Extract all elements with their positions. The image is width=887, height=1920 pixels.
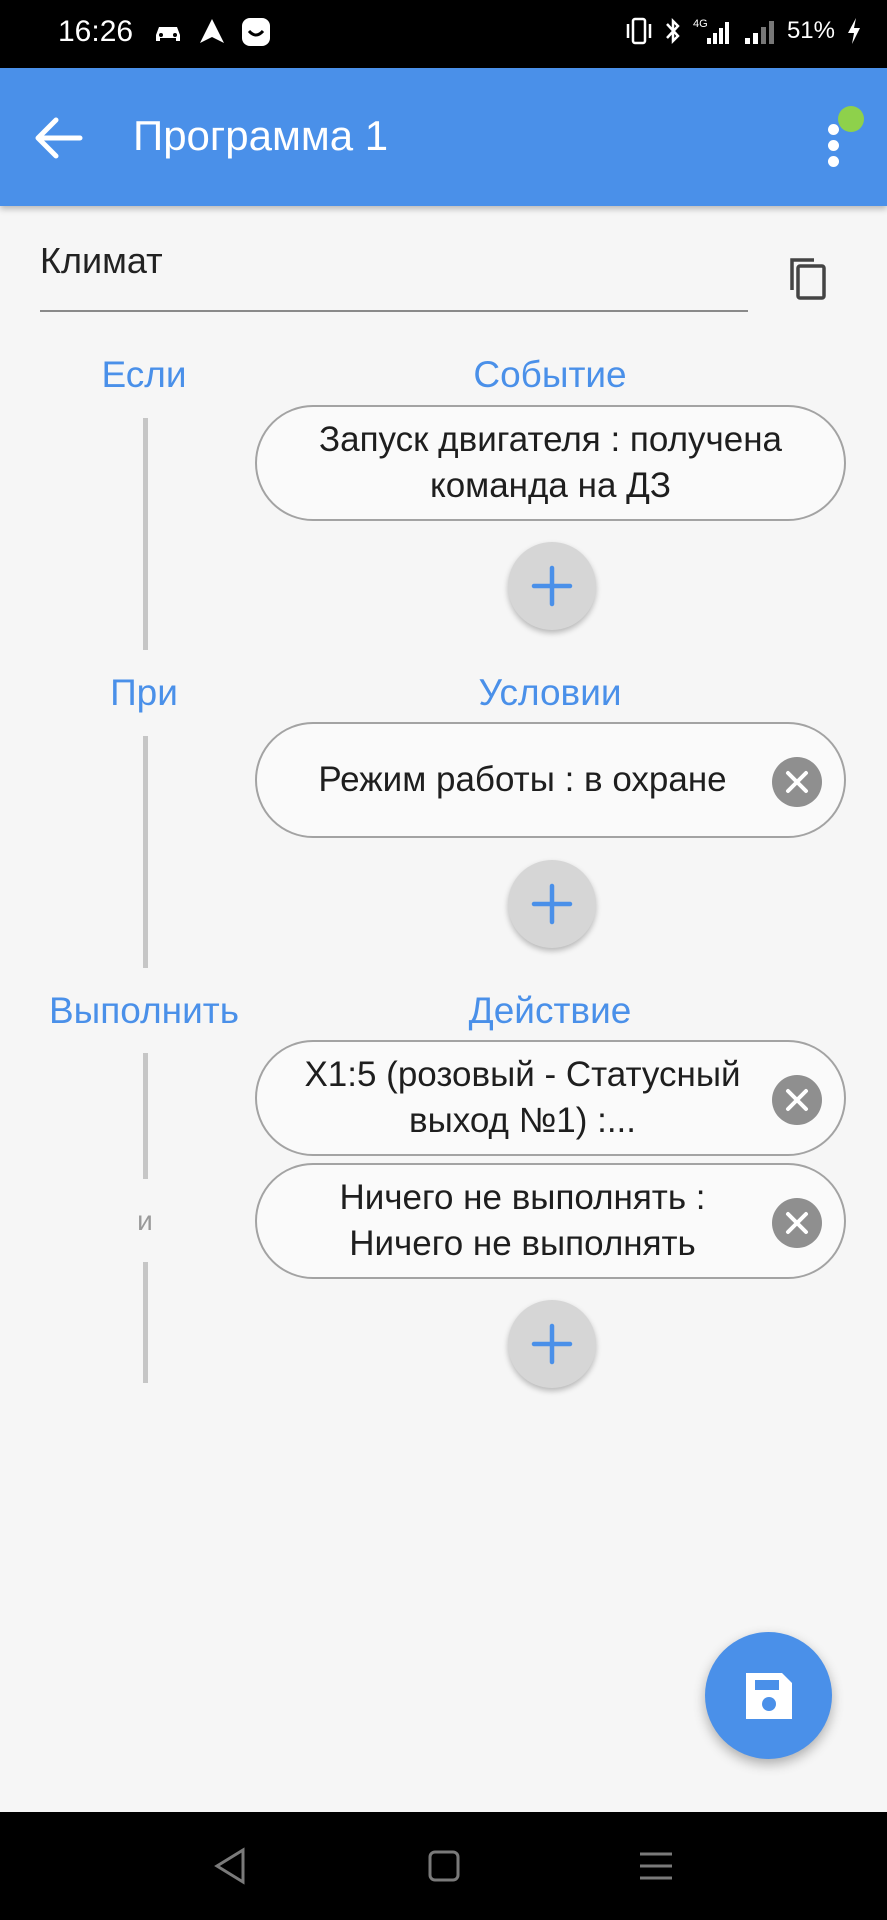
add-action-button[interactable]: [508, 1300, 596, 1388]
nav-home-icon: [428, 1850, 460, 1882]
if-label: Если: [101, 354, 187, 395]
event-header: Событие: [473, 354, 627, 395]
action-item[interactable]: X1:5 (розовый - Статусный выход №1) :...: [255, 1040, 846, 1156]
when-label: При: [110, 672, 178, 713]
and-connector-label: и: [137, 1205, 153, 1236]
status-icons-left: [152, 16, 272, 48]
navigation-icon: [200, 19, 224, 43]
plus-icon: [531, 883, 573, 925]
remove-action-button[interactable]: [772, 1075, 822, 1125]
save-button[interactable]: [705, 1632, 832, 1759]
when-connector-line: [143, 736, 148, 968]
connection-status-dot: [838, 106, 864, 132]
do-connector-line: [143, 1262, 148, 1383]
condition-item-text: Режим работы : в охране: [318, 760, 727, 799]
action-item-text: Ничего не выполнять : Ничего не выполнят…: [339, 1178, 706, 1263]
nav-menu-icon: [640, 1852, 672, 1880]
status-time: 16:26: [58, 15, 134, 48]
nav-back-icon: [214, 1847, 245, 1885]
vibrate-icon: [626, 17, 652, 45]
menu-dot: [828, 124, 839, 135]
event-item-text: Запуск двигателя : получена команда на Д…: [318, 420, 782, 505]
overflow-menu-button[interactable]: [812, 106, 864, 176]
nav-recents-button[interactable]: [632, 1842, 680, 1890]
plus-icon: [531, 565, 573, 607]
bluetooth-icon: [666, 17, 680, 45]
page-title: Программа 1: [133, 112, 389, 159]
arrow-back-icon: [35, 117, 83, 159]
remove-action-button[interactable]: [772, 1198, 822, 1248]
do-connector-line: [143, 1053, 148, 1179]
plus-icon: [531, 1323, 573, 1365]
system-nav-bar: [0, 1812, 887, 1920]
add-event-button[interactable]: [508, 542, 596, 630]
event-item[interactable]: Запуск двигателя : получена команда на Д…: [255, 405, 846, 521]
battery-level: 51%: [786, 17, 835, 44]
if-connector-line: [143, 418, 148, 650]
action-header: Действие: [468, 990, 632, 1031]
save-icon: [746, 1673, 792, 1719]
menu-dot: [828, 156, 839, 167]
condition-item[interactable]: Режим работы : в охране: [255, 722, 846, 838]
condition-header: Условии: [478, 672, 622, 713]
program-name-value: Климат: [40, 240, 163, 281]
nav-back-button[interactable]: [207, 1842, 255, 1890]
chat-app-icon: [242, 18, 270, 46]
close-icon: [786, 771, 808, 793]
action-item[interactable]: Ничего не выполнять : Ничего не выполнят…: [255, 1163, 846, 1279]
charging-icon: [848, 18, 860, 44]
close-icon: [786, 1212, 808, 1234]
nav-home-button[interactable]: [420, 1842, 468, 1890]
car-icon: [156, 27, 180, 41]
signal-icon: [744, 21, 774, 44]
program-name-field[interactable]: Климат: [40, 240, 748, 312]
menu-dot: [828, 140, 839, 151]
do-label: Выполнить: [49, 990, 239, 1031]
copy-button[interactable]: [780, 252, 836, 308]
app-bar: Программа 1: [0, 68, 887, 206]
4g-signal-icon: 4G: [693, 18, 729, 44]
add-condition-button[interactable]: [508, 860, 596, 948]
svg-text:4G: 4G: [693, 18, 708, 30]
action-item-text: X1:5 (розовый - Статусный выход №1) :...: [304, 1055, 741, 1140]
close-icon: [786, 1089, 808, 1111]
copy-icon: [790, 258, 826, 300]
status-bar: 16:26 4G 51%: [0, 0, 887, 68]
status-icons-right: 4G 51%: [625, 16, 863, 46]
remove-condition-button[interactable]: [772, 757, 822, 807]
back-button[interactable]: [28, 108, 88, 168]
